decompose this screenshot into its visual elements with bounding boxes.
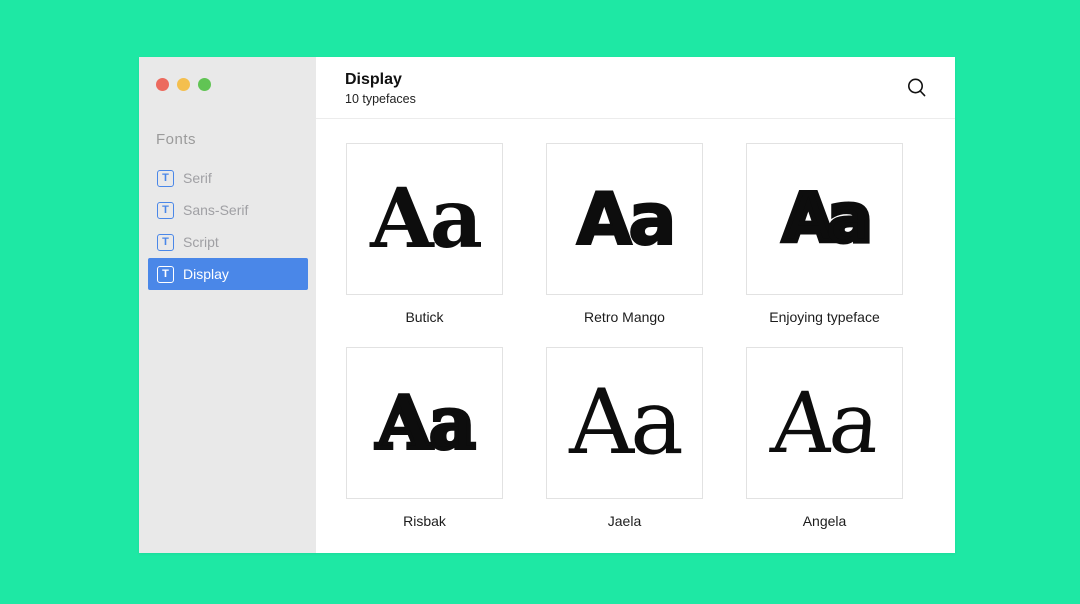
typeface-preview: Aa [746, 143, 903, 295]
typeface-icon: T [157, 234, 174, 251]
typeface-sample: Aa [768, 381, 880, 465]
typeface-card-risbak[interactable]: Aa Risbak [346, 347, 503, 529]
sidebar-item-label: Sans-Serif [183, 202, 248, 218]
typeface-name: Butick [346, 309, 503, 325]
typeface-preview: Aa [546, 143, 703, 295]
typeface-preview: Aa [346, 143, 503, 295]
sidebar: Fonts T Serif T Sans-Serif T Script T Di… [139, 57, 316, 553]
header-titles: Display 10 typefaces [345, 69, 906, 106]
minimize-button[interactable] [177, 78, 190, 91]
typeface-icon: T [157, 266, 174, 283]
typeface-name: Jaela [546, 513, 703, 529]
main-panel: Display 10 typefaces Aa Butick Aa [316, 57, 955, 553]
fonts-app-window: Fonts T Serif T Sans-Serif T Script T Di… [139, 57, 955, 553]
sidebar-item-serif[interactable]: T Serif [148, 162, 308, 194]
typeface-card-retro-mango[interactable]: Aa Retro Mango [546, 143, 703, 325]
typeface-count: 10 typefaces [345, 92, 906, 106]
typeface-card-enjoying-typeface[interactable]: Aa Enjoying typeface [746, 143, 903, 325]
sidebar-list: T Serif T Sans-Serif T Script T Display [139, 162, 316, 290]
typeface-name: Retro Mango [546, 309, 703, 325]
search-icon [906, 77, 928, 99]
typeface-card-butick[interactable]: Aa Butick [346, 143, 503, 325]
typeface-icon: T [157, 202, 174, 219]
sidebar-item-script[interactable]: T Script [148, 226, 308, 258]
sidebar-heading: Fonts [156, 131, 316, 148]
typeface-name: Risbak [346, 513, 503, 529]
typeface-grid: Aa Butick Aa Retro Mango Aa Enjoying typ… [316, 119, 955, 529]
typeface-preview: Aa [546, 347, 703, 499]
main-header: Display 10 typefaces [316, 57, 955, 119]
typeface-card-angela[interactable]: Aa Angela [746, 347, 903, 529]
page-title: Display [345, 71, 906, 89]
typeface-sample: Aa [783, 186, 867, 252]
typeface-preview: Aa [746, 347, 903, 499]
typeface-card-jaela[interactable]: Aa Jaela [546, 347, 703, 529]
typeface-sample: Aa [576, 183, 672, 255]
typeface-preview: Aa [346, 347, 503, 499]
typeface-sample: Aa [370, 178, 479, 260]
sidebar-item-display[interactable]: T Display [148, 258, 308, 290]
typeface-sample: Aa [569, 378, 680, 468]
typeface-name: Angela [746, 513, 903, 529]
typeface-sample: Aa [376, 387, 473, 459]
sidebar-item-label: Display [183, 266, 229, 282]
search-button[interactable] [906, 77, 928, 99]
window-controls [139, 57, 316, 91]
sidebar-item-label: Script [183, 234, 219, 250]
sidebar-item-label: Serif [183, 170, 212, 186]
typeface-icon: T [157, 170, 174, 187]
close-button[interactable] [156, 78, 169, 91]
typeface-name: Enjoying typeface [746, 309, 903, 325]
zoom-button[interactable] [198, 78, 211, 91]
sidebar-item-sans-serif[interactable]: T Sans-Serif [148, 194, 308, 226]
